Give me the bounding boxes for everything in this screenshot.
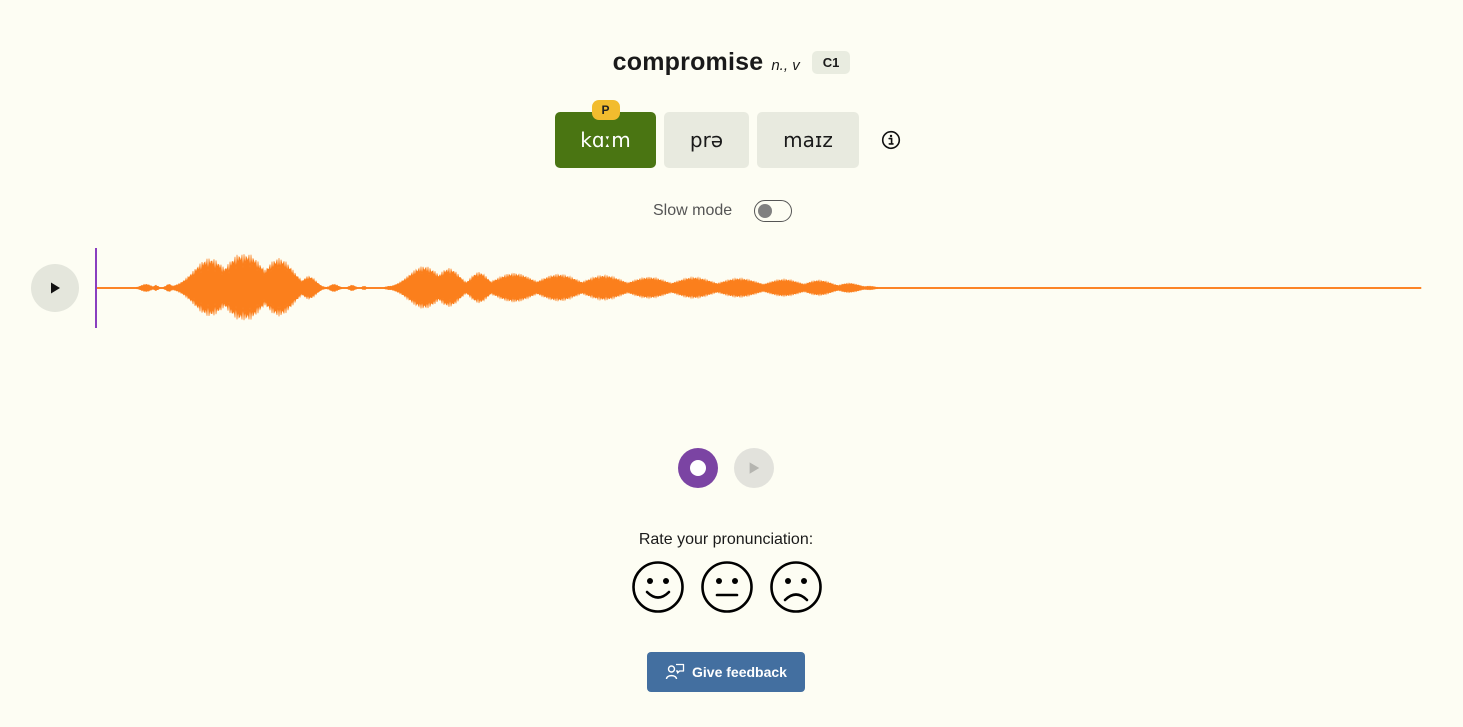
give-feedback-label: Give feedback [692, 664, 787, 680]
waveform-shape [95, 254, 1422, 321]
toggle-knob [758, 204, 773, 218]
play-recording-button[interactable] [734, 448, 774, 488]
rating-options [631, 560, 823, 614]
record-icon [690, 460, 706, 476]
syllable-ipa: prə [689, 128, 724, 152]
syllable-ipa: kɑːm [580, 128, 631, 152]
pronunciation-page: compromise n., v C1 P kɑːm prə maɪz Slow… [0, 0, 1463, 727]
rate-prompt: Rate your pronunciation: [638, 531, 814, 548]
feedback-icon [665, 663, 685, 680]
info-icon[interactable] [873, 122, 909, 158]
stress-badge: P [591, 100, 620, 120]
part-of-speech: n., v [771, 57, 800, 74]
happy-face-icon[interactable] [631, 560, 685, 614]
play-reference-button[interactable] [31, 264, 79, 312]
play-icon [749, 462, 760, 474]
syllable-button-2[interactable]: prə [664, 112, 749, 168]
slow-mode-label: Slow mode [653, 202, 733, 219]
word-header: compromise n., v C1 [0, 48, 1463, 77]
syllable-list: P kɑːm prə maɪz [555, 100, 909, 168]
play-icon [51, 282, 60, 294]
slow-mode-toggle[interactable] [754, 200, 793, 222]
neutral-face-icon[interactable] [700, 560, 754, 614]
slow-mode-control: Slow mode [653, 200, 793, 222]
syllable-button-1[interactable]: P kɑːm [555, 100, 656, 168]
syllable-button-3[interactable]: maɪz [757, 112, 859, 168]
syllable-ipa: maɪz [783, 128, 833, 152]
word-title: compromise [612, 48, 764, 76]
recording-controls [678, 448, 774, 488]
record-button[interactable] [678, 448, 718, 488]
give-feedback-button[interactable]: Give feedback [647, 652, 805, 692]
audio-waveform[interactable] [94, 246, 1424, 330]
sad-face-icon[interactable] [769, 560, 823, 614]
level-badge: C1 [811, 51, 851, 74]
